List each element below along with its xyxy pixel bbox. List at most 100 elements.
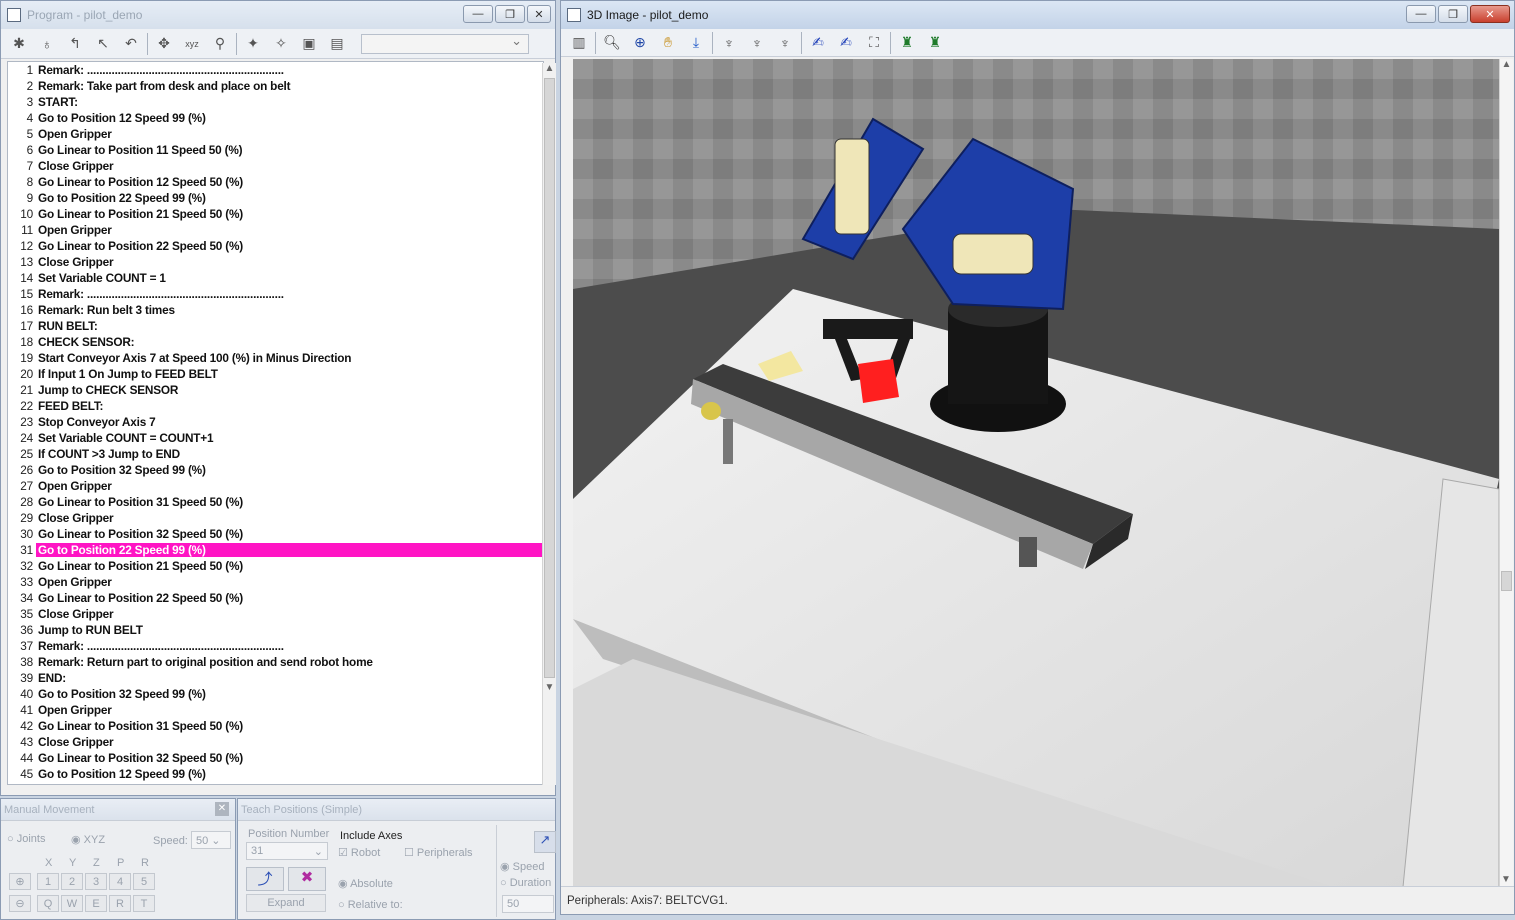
program-line[interactable]: 12 Go Linear to Position 22 Speed 50 (%) xyxy=(8,238,543,254)
speed-radio[interactable]: ◉ Speed xyxy=(500,860,544,873)
program-scrollbar[interactable]: ▲ ▼ xyxy=(542,63,556,785)
jog-key-button[interactable]: Q xyxy=(37,895,59,912)
jog-key-button[interactable]: R xyxy=(109,895,131,912)
move-icon[interactable]: ✥ xyxy=(152,32,176,56)
scroll-thumb[interactable] xyxy=(1501,571,1512,591)
duration-radio[interactable]: ○ Duration xyxy=(500,877,551,889)
jog-key-button[interactable]: 4 xyxy=(109,873,131,890)
teach-icon-button[interactable]: ⤴ xyxy=(246,867,284,891)
robot-view-3-icon[interactable]: ♆ xyxy=(773,31,797,55)
program-line[interactable]: 9 Go to Position 22 Speed 99 (%) xyxy=(8,190,543,206)
viewport-scrollbar[interactable]: ▲ ▼ xyxy=(1499,59,1513,887)
walk-icon[interactable]: ⚲ xyxy=(208,32,232,56)
image-titlebar[interactable]: 3D Image - pilot_demo — ❐ ✕ xyxy=(561,1,1514,29)
teach-icon[interactable]: ✦ xyxy=(241,32,265,56)
peripherals-checkbox[interactable]: ☐ Peripherals xyxy=(404,846,473,859)
jog-key-button[interactable]: W xyxy=(61,895,83,912)
maximize-button[interactable]: ❐ xyxy=(1438,5,1468,23)
3d-viewport[interactable] xyxy=(573,59,1499,887)
toolbar-dropdown[interactable] xyxy=(361,33,529,54)
jog-key-button[interactable]: T xyxy=(133,895,155,912)
delete-position-icon[interactable]: ✖ xyxy=(288,867,326,891)
jog-key-button[interactable]: 2 xyxy=(61,873,83,890)
pan-icon[interactable]: ✋︎ xyxy=(656,31,680,55)
close-button[interactable]: ✕ xyxy=(1470,5,1510,23)
program-listing[interactable]: 1 Remark: ...............................… xyxy=(7,61,544,785)
go-position-icon[interactable]: ↗ xyxy=(534,831,556,853)
program-line[interactable]: 41 Open Gripper xyxy=(8,702,543,718)
linear-icon[interactable]: ↖ xyxy=(91,32,115,56)
robot-minus-icon[interactable]: ⊖ xyxy=(9,895,31,912)
program-line[interactable]: 26 Go to Position 32 Speed 99 (%) xyxy=(8,462,543,478)
program-line[interactable]: 23 Stop Conveyor Axis 7 xyxy=(8,414,543,430)
program-line[interactable]: 18 CHECK SENSOR: xyxy=(8,334,543,350)
relative-radio[interactable]: ○ Relative to: xyxy=(338,899,403,911)
show-trace-icon[interactable]: ✍︎ xyxy=(806,31,830,55)
program-line[interactable]: 2 Remark: Take part from desk and place o… xyxy=(8,78,543,94)
save-view-icon[interactable]: ⤓ xyxy=(684,31,708,55)
zoom-fit-icon[interactable]: ⊕ xyxy=(628,31,652,55)
speed-select[interactable]: 50 ⌄ xyxy=(191,831,231,849)
program-line[interactable]: 14 Set Variable COUNT = 1 xyxy=(8,270,543,286)
position-icon[interactable]: ▣ xyxy=(297,32,321,56)
program-line[interactable]: 6 Go Linear to Position 11 Speed 50 (%) xyxy=(8,142,543,158)
program-line[interactable]: 33 Open Gripper xyxy=(8,574,543,590)
program-line[interactable]: 34 Go Linear to Position 22 Speed 50 (%) xyxy=(8,590,543,606)
expand-button[interactable]: Expand xyxy=(246,894,326,912)
program-line[interactable]: 28 Go Linear to Position 31 Speed 50 (%) xyxy=(8,494,543,510)
robot-view-1-icon[interactable]: ♆ xyxy=(717,31,741,55)
jog-key-button[interactable]: 5 xyxy=(133,873,155,890)
panel-close-icon[interactable]: ✕ xyxy=(215,802,229,816)
program-line[interactable]: 8 Go Linear to Position 12 Speed 50 (%) xyxy=(8,174,543,190)
absolute-radio[interactable]: ◉ Absolute xyxy=(338,877,393,890)
record-icon[interactable]: ✧ xyxy=(269,32,293,56)
program-line[interactable]: 16 Remark: Run belt 3 times xyxy=(8,302,543,318)
jog-key-button[interactable]: 3 xyxy=(85,873,107,890)
program-line[interactable]: 44 Go Linear to Position 32 Speed 50 (%) xyxy=(8,750,543,766)
program-line[interactable]: 30 Go Linear to Position 32 Speed 50 (%) xyxy=(8,526,543,542)
program-line[interactable]: 1 Remark: ...............................… xyxy=(8,62,543,78)
program-line[interactable]: 24 Set Variable COUNT = COUNT+1 xyxy=(8,430,543,446)
program-line[interactable]: 19 Start Conveyor Axis 7 at Speed 100 (%)… xyxy=(8,350,543,366)
program-titlebar[interactable]: Program - pilot_demo — ❐ ✕ xyxy=(1,1,555,29)
program-line[interactable]: 7 Close Gripper xyxy=(8,158,543,174)
robot-view-2-icon[interactable]: ♆ xyxy=(745,31,769,55)
program-line[interactable]: 5 Open Gripper xyxy=(8,126,543,142)
robot-checkbox[interactable]: ☑ Robot xyxy=(338,846,380,859)
xyz-radio[interactable]: ◉ XYZ xyxy=(71,833,105,846)
program-line[interactable]: 13 Close Gripper xyxy=(8,254,543,270)
arm-icon[interactable]: ↰ xyxy=(63,32,87,56)
program-line[interactable]: 10 Go Linear to Position 21 Speed 50 (%) xyxy=(8,206,543,222)
program-line[interactable]: 11 Open Gripper xyxy=(8,222,543,238)
jog-key-button[interactable]: 1 xyxy=(37,873,59,890)
program-line[interactable]: 4 Go to Position 12 Speed 99 (%) xyxy=(8,110,543,126)
scroll-down-icon[interactable]: ▼ xyxy=(543,682,556,693)
minimize-button[interactable]: — xyxy=(1406,5,1436,23)
robot-plus-icon[interactable]: ⊕ xyxy=(9,873,31,890)
program-line[interactable]: 15 Remark: ..............................… xyxy=(8,286,543,302)
camera-icon[interactable]: ⛶ xyxy=(862,31,886,55)
program-line[interactable]: 42 Go Linear to Position 31 Speed 50 (%) xyxy=(8,718,543,734)
robot-color-icon[interactable]: ♜ xyxy=(895,31,919,55)
program-line[interactable]: 31 Go to Position 22 Speed 99 (%) xyxy=(8,542,543,558)
program-icon-btn[interactable]: ▤ xyxy=(325,32,349,56)
undo-icon[interactable]: ↶ xyxy=(119,32,143,56)
program-line[interactable]: 17 RUN BELT: xyxy=(8,318,543,334)
program-line[interactable]: 32 Go Linear to Position 21 Speed 50 (%) xyxy=(8,558,543,574)
scroll-up-icon[interactable]: ▲ xyxy=(543,63,556,74)
minimize-button[interactable]: — xyxy=(463,5,493,23)
xyz-icon[interactable]: xyz xyxy=(180,32,204,56)
program-line[interactable]: 37 Remark: ..............................… xyxy=(8,638,543,654)
program-line[interactable]: 22 FEED BELT: xyxy=(8,398,543,414)
program-line[interactable]: 40 Go to Position 32 Speed 99 (%) xyxy=(8,686,543,702)
scroll-down-icon[interactable]: ▼ xyxy=(1500,874,1512,885)
maximize-button[interactable]: ❐ xyxy=(495,5,525,23)
program-line[interactable]: 39 END: xyxy=(8,670,543,686)
program-line[interactable]: 25 If COUNT >3 Jump to END xyxy=(8,446,543,462)
program-line[interactable]: 45 Go to Position 12 Speed 99 (%) xyxy=(8,766,543,782)
joints-radio[interactable]: ○ Joints xyxy=(7,833,45,845)
view-icon[interactable]: ▥ xyxy=(567,31,591,55)
scroll-up-icon[interactable]: ▲ xyxy=(1500,59,1513,70)
program-line[interactable]: 43 Close Gripper xyxy=(8,734,543,750)
position-number-select[interactable]: 31 ⌄ xyxy=(246,842,328,860)
